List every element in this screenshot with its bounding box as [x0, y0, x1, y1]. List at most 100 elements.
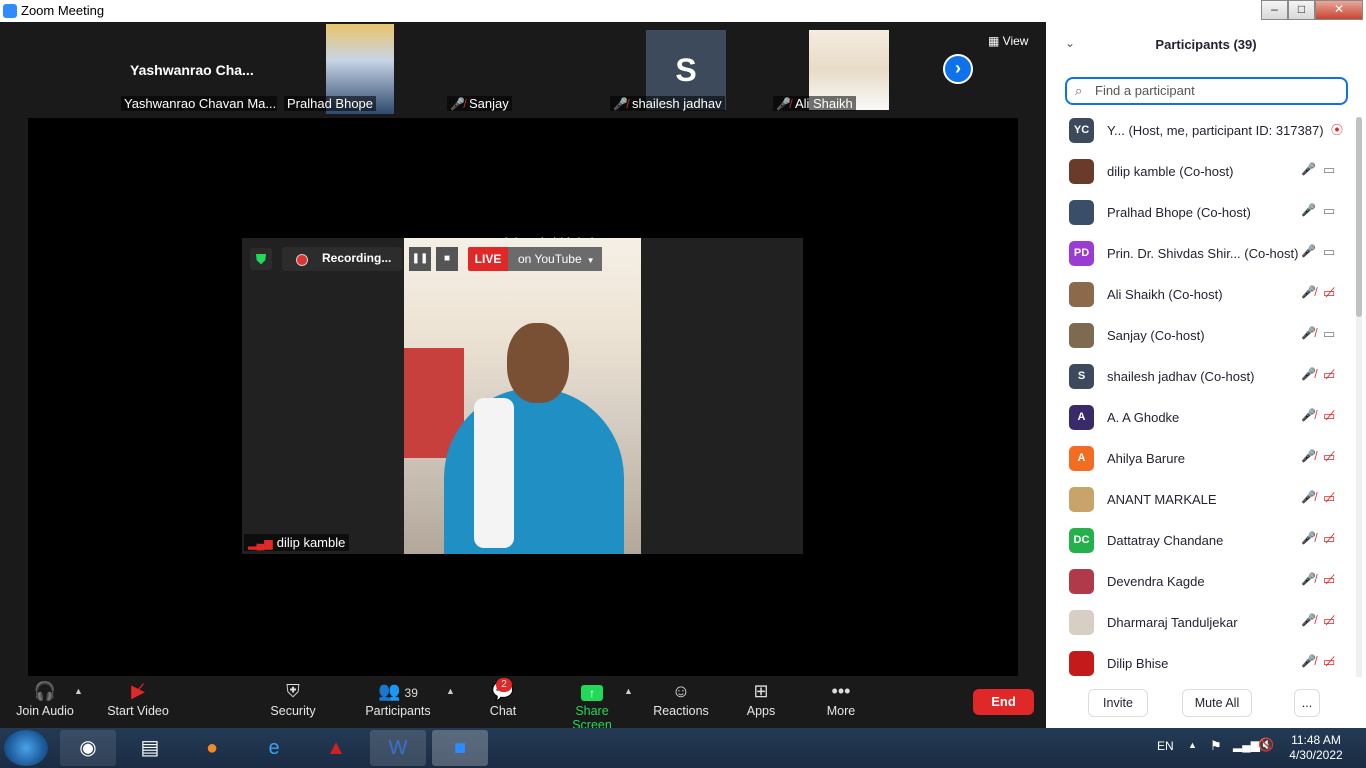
show-hidden-icons-caret[interactable]: ▲: [1188, 740, 1197, 750]
video-thumb-pralhad[interactable]: Pralhad Bhope: [280, 24, 440, 114]
mic-icon[interactable]: 🎤: [1301, 203, 1316, 217]
participant-name: Pralhad Bhope (Co-host): [1107, 205, 1251, 220]
stream-label: on YouTube: [518, 252, 582, 266]
share-screen-button[interactable]: ↑ Share Screen: [554, 676, 630, 732]
participant-name: Y... (Host, me, participant ID: 317387): [1107, 123, 1324, 138]
participant-row[interactable]: YC Y... (Host, me, participant ID: 317387…: [1046, 110, 1358, 151]
video-camera-icon[interactable]: ▭: [1323, 203, 1335, 219]
avatar: [1069, 200, 1094, 225]
participant-row[interactable]: Ali Shaikh (Co-host) 🎤̸ ▭̸: [1046, 274, 1358, 315]
participant-row[interactable]: dilip kamble (Co-host) 🎤 ▭: [1046, 151, 1358, 192]
avatar: [1069, 159, 1094, 184]
video-camera-icon[interactable]: ▭: [1323, 162, 1335, 178]
participant-row[interactable]: PD Prin. Dr. Shivdas Shir... (Co-host) 🎤 ▭: [1046, 233, 1358, 274]
mic-muted-icon[interactable]: 🎤̸: [1301, 490, 1316, 504]
encryption-shield-icon[interactable]: ⛊: [250, 248, 272, 270]
mic-muted-icon[interactable]: 🎤̸: [1301, 654, 1316, 668]
mic-muted-icon[interactable]: 🎤̸: [1301, 408, 1316, 422]
pdf-reader-taskbar-icon[interactable]: ▲: [308, 730, 364, 766]
participant-row[interactable]: DC Dattatray Chandane 🎤̸ ▭̸: [1046, 520, 1358, 561]
mute-all-button[interactable]: Mute All: [1182, 689, 1252, 717]
mic-muted-icon[interactable]: 🎤̸: [1301, 326, 1316, 340]
clock[interactable]: 11:48 AM 4/30/2022: [1284, 733, 1348, 763]
participant-row[interactable]: A A. A Ghodke 🎤̸ ▭̸: [1046, 397, 1358, 438]
active-speaker-tile[interactable]: ⛊ Recording... ❚❚ ■ LIVE on YouTube ▼ ▂▄▆…: [242, 238, 803, 554]
video-thumb-shailesh[interactable]: S 🎤̸ shailesh jadhav: [606, 24, 766, 114]
file-explorer-taskbar-icon[interactable]: ▤: [122, 730, 178, 766]
live-stream-dropdown[interactable]: on YouTube ▼: [508, 247, 602, 271]
chat-button[interactable]: 💬 2 Chat: [480, 676, 526, 718]
join-audio-button[interactable]: 🎧 Join Audio: [14, 676, 76, 718]
mic-muted-icon[interactable]: 🎤̸: [1301, 285, 1316, 299]
meeting-toolbar: 🎧 Join Audio ▲ ▶̸ Start Video ⛨ Security…: [0, 676, 1046, 732]
video-off-icon[interactable]: ▭̸: [1323, 367, 1335, 383]
network-icon[interactable]: ▂▄▆: [1233, 738, 1260, 752]
mic-muted-icon[interactable]: 🎤̸: [1301, 572, 1316, 586]
minimize-button[interactable]: –: [1261, 0, 1288, 20]
participant-row[interactable]: Pralhad Bhope (Co-host) 🎤 ▭: [1046, 192, 1358, 233]
more-button[interactable]: ••• More: [818, 676, 864, 718]
stop-recording-button[interactable]: ■: [436, 247, 458, 271]
mic-muted-icon[interactable]: 🎤̸: [1301, 449, 1316, 463]
language-indicator[interactable]: EN: [1157, 739, 1174, 753]
video-off-icon[interactable]: ▭̸: [1323, 531, 1335, 547]
participant-list-scrollbar[interactable]: [1356, 117, 1362, 677]
participant-row[interactable]: ANANT MARKALE 🎤̸ ▭̸: [1046, 479, 1358, 520]
start-video-button[interactable]: ▶̸ Start Video: [104, 676, 172, 718]
maximize-button[interactable]: □: [1288, 0, 1315, 20]
close-button[interactable]: ✕: [1315, 0, 1363, 20]
panel-more-button[interactable]: ...: [1294, 689, 1320, 717]
apps-button[interactable]: ⊞ Apps: [740, 676, 782, 718]
next-page-button[interactable]: ›: [943, 54, 973, 84]
recording-icon[interactable]: ⦿: [1331, 121, 1343, 138]
security-button[interactable]: ⛨ Security: [264, 676, 322, 718]
scrollbar-thumb[interactable]: [1356, 117, 1362, 317]
zoom-taskbar-icon[interactable]: ■: [432, 730, 488, 766]
share-options-caret[interactable]: ▲: [624, 686, 633, 696]
avatar: [1069, 323, 1094, 348]
video-off-icon[interactable]: ▭̸: [1323, 490, 1335, 506]
participants-options-caret[interactable]: ▲: [446, 686, 455, 696]
audio-options-caret[interactable]: ▲: [74, 686, 83, 696]
end-meeting-button[interactable]: End: [973, 689, 1034, 715]
mic-icon[interactable]: 🎤: [1301, 244, 1316, 258]
view-button[interactable]: ▦ View: [988, 34, 1028, 48]
mic-muted-icon[interactable]: 🎤̸: [1301, 613, 1316, 627]
mic-muted-icon[interactable]: 🎤̸: [1301, 367, 1316, 381]
avatar: [1069, 610, 1094, 635]
mic-muted-icon[interactable]: 🎤̸: [1301, 531, 1316, 545]
firefox-taskbar-icon[interactable]: ●: [184, 730, 240, 766]
participant-name: Sanjay (Co-host): [1107, 328, 1205, 343]
participant-search-input[interactable]: [1093, 82, 1337, 99]
video-camera-icon[interactable]: ▭: [1323, 244, 1335, 260]
video-camera-icon[interactable]: ▭: [1323, 326, 1335, 342]
action-center-flag-icon[interactable]: ⚑: [1210, 738, 1222, 754]
start-button[interactable]: [4, 730, 48, 766]
word-taskbar-icon[interactable]: W: [370, 730, 426, 766]
search-icon: ⌕: [1075, 83, 1083, 98]
invite-button[interactable]: Invite: [1088, 689, 1148, 717]
participant-row[interactable]: Sshailesh jadhav (Co-host) 🎤̸ ▭̸: [1046, 356, 1358, 397]
volume-muted-icon[interactable]: 🔇: [1258, 737, 1274, 753]
video-off-icon[interactable]: ▭̸: [1323, 572, 1335, 588]
chrome-taskbar-icon[interactable]: ◉: [60, 730, 116, 766]
video-thumb-sanjay[interactable]: 🎤̸ Sanjay: [443, 24, 603, 114]
participant-row[interactable]: Devendra Kagde 🎤̸ ▭̸: [1046, 561, 1358, 602]
pause-recording-button[interactable]: ❚❚: [409, 247, 431, 271]
video-off-icon[interactable]: ▭̸: [1323, 285, 1335, 301]
participant-row[interactable]: Dilip Bhise 🎤̸ ▭̸: [1046, 643, 1358, 684]
participants-button[interactable]: 👥 39 Participants: [364, 676, 432, 718]
participant-row[interactable]: A Ahilya Barure 🎤̸ ▭̸: [1046, 438, 1358, 479]
video-off-icon[interactable]: ▭̸: [1323, 654, 1335, 670]
video-thumb-yashwanrao[interactable]: Yashwanrao Cha... Yashwanrao Chavan Ma..…: [117, 24, 277, 114]
video-off-icon[interactable]: ▭̸: [1323, 449, 1335, 465]
video-off-icon[interactable]: ▭̸: [1323, 613, 1335, 629]
video-thumb-ali[interactable]: 🎤̸ Ali Shaikh: [769, 24, 929, 114]
participant-row[interactable]: Dharmaraj Tanduljekar 🎤̸ ▭̸: [1046, 602, 1358, 643]
mic-icon[interactable]: 🎤: [1301, 162, 1316, 176]
panel-title: Participants (39): [1155, 37, 1257, 52]
reactions-button[interactable]: ☺ Reactions: [650, 676, 712, 718]
video-off-icon[interactable]: ▭̸: [1323, 408, 1335, 424]
internet-explorer-taskbar-icon[interactable]: e: [246, 730, 302, 766]
participant-row[interactable]: Sanjay (Co-host) 🎤̸ ▭: [1046, 315, 1358, 356]
